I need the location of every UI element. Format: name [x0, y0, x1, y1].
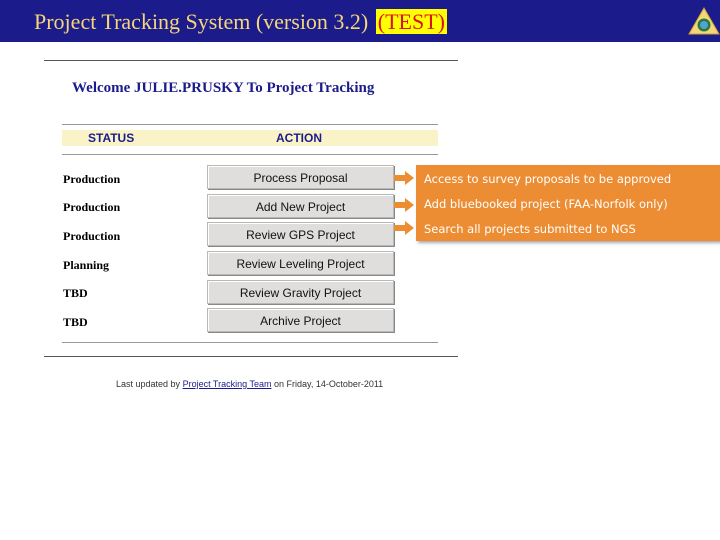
title-bar: Project Tracking System (version 3.2) (T… [0, 0, 720, 42]
footer-prefix: Last updated by [116, 379, 181, 389]
welcome-heading: Welcome JULIE.PRUSKY To Project Tracking [72, 80, 375, 96]
archive-project-button[interactable]: Archive Project [207, 308, 394, 332]
status-cell: TBD [63, 286, 88, 300]
arrow-icon [394, 221, 414, 235]
review-gps-project-button[interactable]: Review GPS Project [207, 222, 394, 246]
annotation-callout: Access to survey proposals to be approve… [416, 165, 720, 241]
status-column-header: STATUS [88, 131, 135, 145]
status-cell: Production [63, 200, 121, 214]
last-updated-footer: Last updated by Project Tracking Team on… [116, 379, 383, 389]
status-cell: TBD [63, 315, 88, 329]
bottom-divider [44, 356, 458, 357]
table-top-divider [62, 124, 438, 125]
action-column-header: ACTION [276, 131, 322, 145]
status-cell: Production [63, 172, 121, 186]
arrow-icon [394, 198, 414, 212]
review-leveling-project-button[interactable]: Review Leveling Project [207, 251, 394, 275]
status-cell: Production [63, 229, 121, 243]
page-title: Project Tracking System (version 3.2) (T… [34, 9, 447, 35]
header-divider [62, 154, 438, 155]
status-cell: Planning [63, 258, 110, 272]
test-badge: (TEST) [375, 9, 447, 34]
arrow-icon [394, 171, 414, 185]
review-gravity-project-button[interactable]: Review Gravity Project [207, 280, 394, 304]
process-proposal-button[interactable]: Process Proposal [207, 165, 394, 189]
callout-line-process-proposal: Access to survey proposals to be approve… [424, 172, 672, 186]
footer-suffix: on Friday, 14-October-2011 [273, 379, 384, 389]
top-divider [44, 60, 458, 61]
callout-line-review-gps: Search all projects submitted to NGS [424, 222, 636, 236]
agency-seal-icon [688, 6, 720, 36]
table-bottom-divider [62, 342, 438, 343]
app-title: Project Tracking System (version 3.2) [34, 9, 369, 34]
callout-line-add-new-project: Add bluebooked project (FAA-Norfolk only… [424, 197, 668, 211]
project-tracking-team-link[interactable]: Project Tracking Team [183, 379, 272, 389]
add-new-project-button[interactable]: Add New Project [207, 194, 394, 218]
